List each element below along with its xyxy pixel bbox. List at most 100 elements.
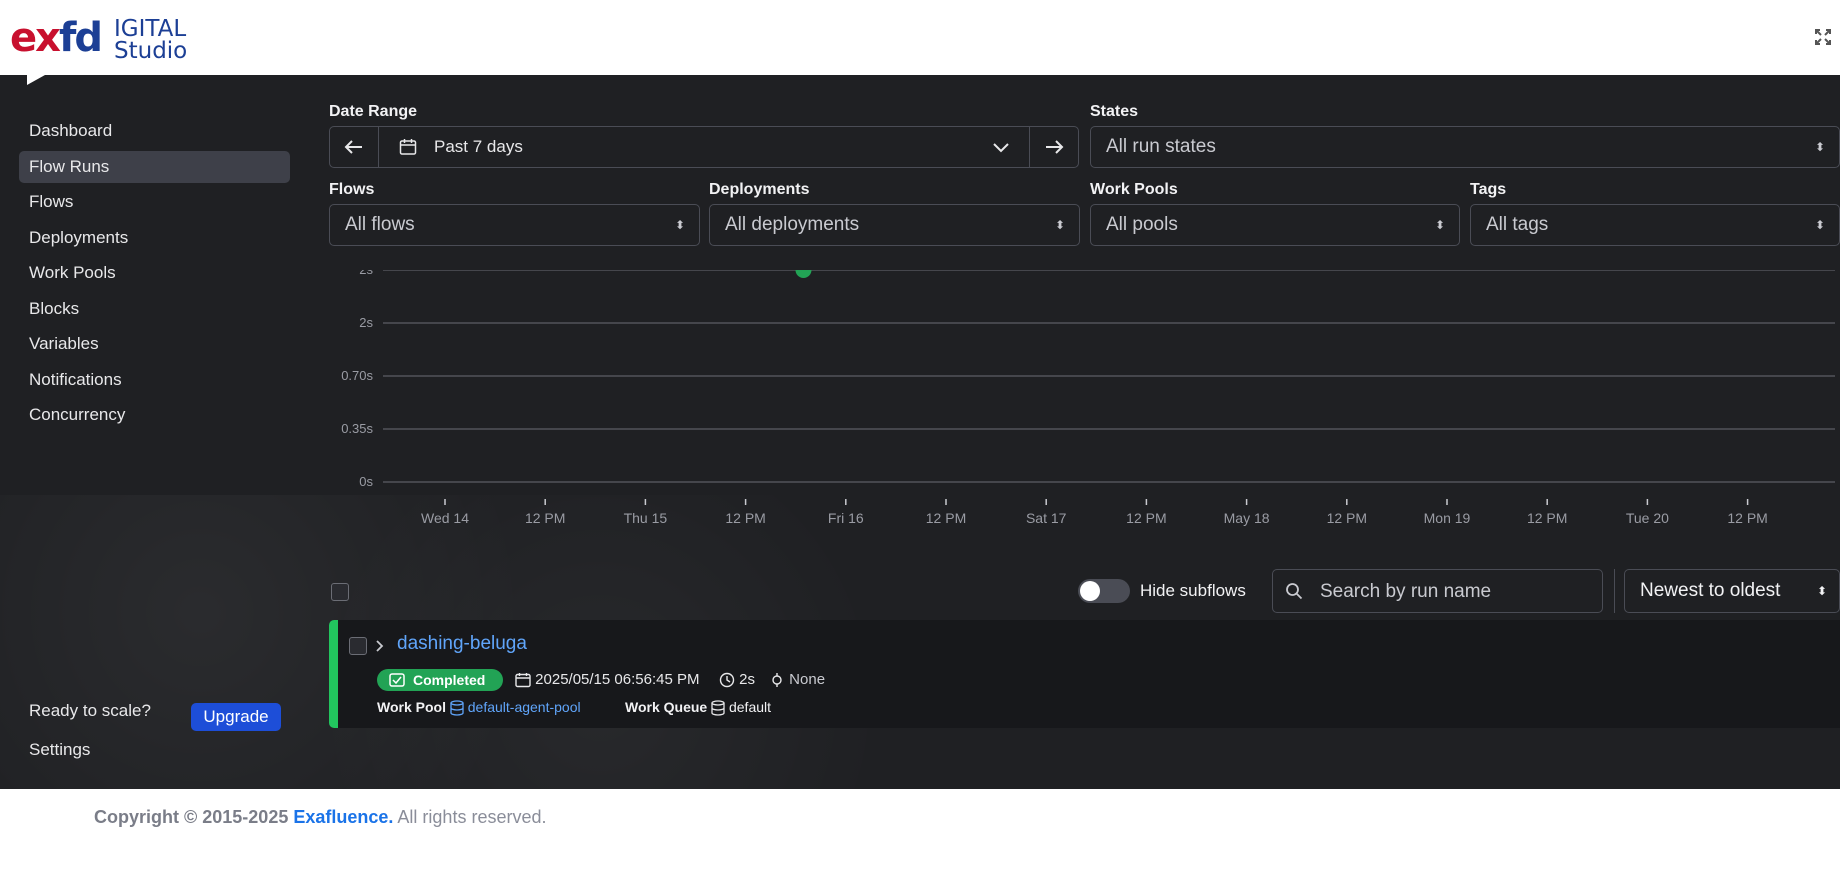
work-queue-info: Work Queue default (625, 699, 772, 716)
x-tick-label: 12 PM (926, 510, 966, 526)
x-tick-label: Fri 16 (828, 510, 864, 526)
deployments-value: All deployments (725, 214, 860, 235)
x-tick-label: Tue 20 (1626, 510, 1669, 526)
x-tick-label: 12 PM (1126, 510, 1166, 526)
work-pools-select[interactable]: All pools ⬍ (1090, 204, 1460, 246)
x-tick-label: Wed 14 (421, 510, 469, 526)
sidebar: Dashboard Flow Runs Flows Deployments Wo… (0, 75, 300, 789)
sort-value: Newest to oldest (1640, 580, 1781, 601)
exf-digital-studio-logo: exfd IGITAL Studio (10, 15, 188, 64)
sidebar-item-concurrency[interactable]: Concurrency (19, 399, 290, 431)
flows-value: All flows (345, 214, 415, 235)
work-pool-link[interactable]: default-agent-pool (468, 699, 581, 715)
tags-select[interactable]: All tags ⬍ (1470, 204, 1840, 246)
sidebar-item-blocks[interactable]: Blocks (19, 293, 290, 325)
sort-select[interactable]: Newest to oldest ⬍ (1624, 569, 1840, 613)
select-caret-icon: ⬍ (1434, 218, 1445, 232)
main-content: Date Range Past 7 days States All run st… (300, 75, 1840, 789)
work-queue-value: default (728, 699, 772, 715)
calendar-icon (515, 673, 531, 688)
state-color-bar (329, 620, 338, 728)
duration: 2s (719, 669, 755, 691)
date-range-value: Past 7 days (434, 137, 523, 156)
tags-value: All tags (1486, 214, 1549, 235)
work-pool-info: Work Pool default-agent-pool (377, 699, 581, 716)
check-square-icon (389, 673, 405, 687)
select-caret-icon: ⬍ (1816, 584, 1827, 598)
x-tick-label: Sat 17 (1026, 510, 1067, 526)
brand-link[interactable]: Exafluence. (293, 807, 393, 827)
hide-subflows-label: Hide subflows (1140, 581, 1246, 600)
run-name-link[interactable]: dashing-beluga (397, 632, 527, 656)
flow-run-point[interactable] (795, 270, 812, 278)
sidebar-item-settings[interactable]: Settings (29, 736, 90, 764)
x-tick-label: 12 PM (725, 510, 765, 526)
parameters: None (769, 669, 825, 691)
date-range-select[interactable]: Past 7 days (379, 127, 1030, 167)
arrow-left-icon (344, 140, 362, 154)
sidebar-item-flows[interactable]: Flows (19, 186, 290, 218)
x-tick-label: Thu 15 (624, 510, 668, 526)
x-tick-label: May 18 (1224, 510, 1270, 526)
flow-run-card: dashing-beluga Completed 2025/05/15 06:5… (329, 620, 1840, 728)
run-checkbox[interactable] (349, 637, 367, 655)
clock-icon (719, 672, 735, 688)
database-icon (450, 700, 464, 716)
x-tick-label: 12 PM (525, 510, 565, 526)
upgrade-button[interactable]: Upgrade (191, 703, 281, 731)
y-tick-label: 0s (359, 474, 373, 489)
hide-subflows-toggle[interactable] (1078, 579, 1130, 603)
x-tick-label: Mon 19 (1424, 510, 1471, 526)
flows-select[interactable]: All flows ⬍ (329, 204, 700, 246)
copyright-text: Copyright © 2015-2025 Exafluence. All ri… (94, 807, 547, 827)
flows-label: Flows (329, 181, 375, 198)
commit-icon (772, 673, 782, 688)
sidebar-item-variables[interactable]: Variables (19, 328, 290, 360)
previous-range-button[interactable] (330, 127, 379, 167)
deployments-select[interactable]: All deployments ⬍ (709, 204, 1080, 246)
top-bar: exfd IGITAL Studio (0, 0, 1840, 75)
states-value: All run states (1106, 136, 1216, 157)
run-search (1272, 569, 1603, 614)
sidebar-item-dashboard[interactable]: Dashboard (19, 115, 290, 147)
sidebar-item-deployments[interactable]: Deployments (19, 222, 290, 254)
deployments-label: Deployments (709, 181, 810, 198)
flow-runs-chart: 2s 2s 0.70s 0.35s 0s Wed 14 12 PM Thu 15 12 PM Fr… (341, 270, 1835, 526)
x-tick-label: 12 PM (1527, 510, 1567, 526)
next-range-button[interactable] (1029, 127, 1078, 167)
select-caret-icon: ⬍ (1814, 218, 1825, 232)
database-icon (711, 700, 725, 716)
sidebar-item-flow-runs[interactable]: Flow Runs (19, 151, 290, 183)
sidebar-item-notifications[interactable]: Notifications (19, 364, 290, 396)
y-tick-label: 0.35s (341, 421, 373, 436)
upsell-text: Ready to scale? (29, 701, 151, 720)
app-frame: Dashboard Flow Runs Flows Deployments Wo… (0, 75, 1840, 789)
y-tick-label: 0.70s (341, 368, 373, 383)
chevron-down-icon (993, 143, 1009, 153)
select-caret-icon: ⬍ (1054, 218, 1065, 232)
date-range-picker: Past 7 days (329, 126, 1079, 168)
fullscreen-icon[interactable] (1814, 28, 1832, 46)
work-pools-label: Work Pools (1090, 181, 1178, 198)
work-pools-value: All pools (1106, 214, 1178, 235)
select-caret-icon: ⬍ (1814, 140, 1825, 154)
y-tick-label: 2s (359, 270, 373, 277)
start-time: 2025/05/15 06:56:45 PM (515, 669, 699, 691)
sidebar-item-work-pools[interactable]: Work Pools (19, 257, 290, 289)
select-all-checkbox[interactable] (331, 583, 349, 601)
arrow-right-icon (1046, 140, 1064, 154)
x-tick-label: 12 PM (1727, 510, 1767, 526)
search-icon (1286, 583, 1303, 600)
footer: Copyright © 2015-2025 Exafluence. All ri… (0, 789, 1840, 870)
expand-chevron-icon[interactable] (375, 639, 385, 656)
states-select[interactable]: All run states ⬍ (1090, 126, 1840, 168)
states-label: States (1090, 103, 1139, 120)
x-tick-label: 12 PM (1327, 510, 1367, 526)
state-badge: Completed (377, 669, 503, 691)
tags-label: Tags (1470, 181, 1507, 198)
y-tick-label: 2s (359, 315, 373, 330)
date-range-label: Date Range (329, 103, 418, 120)
calendar-icon (399, 139, 417, 155)
search-input[interactable] (1318, 570, 1592, 614)
select-caret-icon: ⬍ (674, 218, 685, 232)
